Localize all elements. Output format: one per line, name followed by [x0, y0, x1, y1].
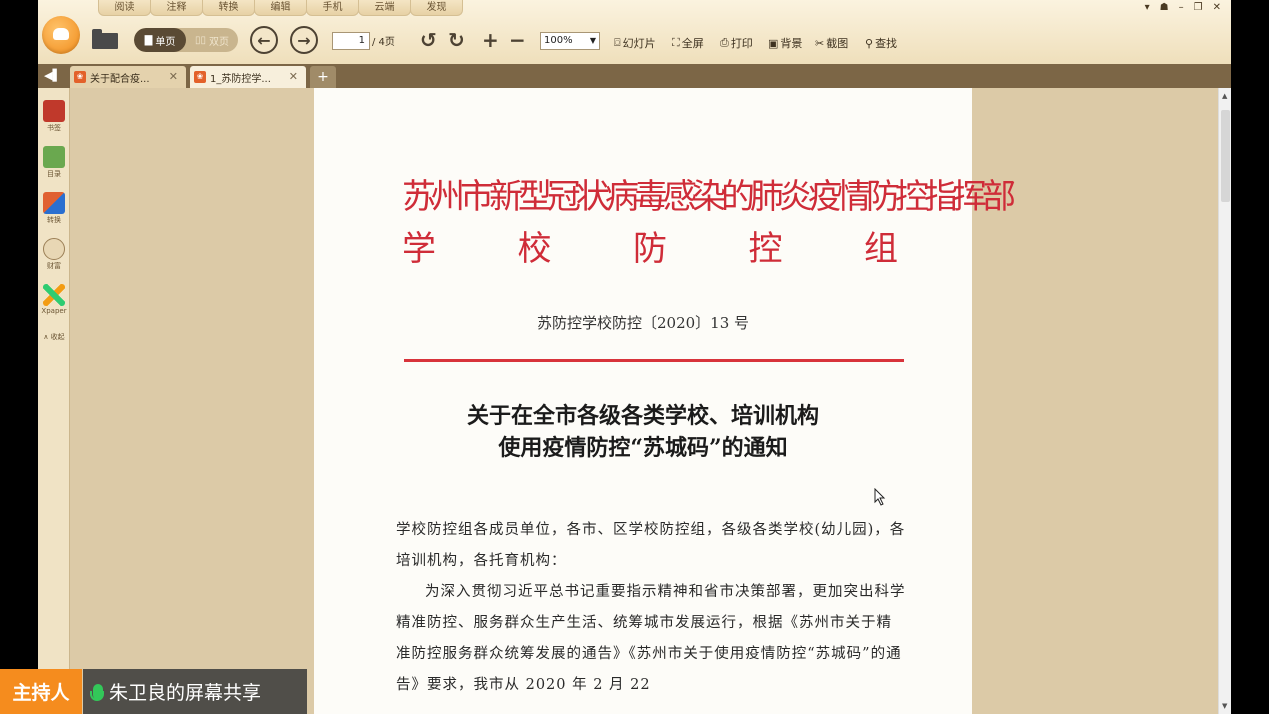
double-page-icon: ▯▯	[194, 34, 206, 46]
fullscreen-button[interactable]: ⛶ 全屏	[672, 35, 704, 51]
zoom-in-icon[interactable]: +	[482, 28, 499, 52]
open-folder-icon[interactable]	[92, 29, 118, 49]
menu-tab-edit[interactable]: 编辑	[254, 0, 307, 16]
sidebar-item-bookmarks[interactable]: 书签	[41, 100, 67, 133]
screen-share-label: 朱卫良的屏幕共享	[83, 669, 307, 714]
next-page-button[interactable]: →	[290, 26, 318, 54]
sidebar-item-toc[interactable]: 目录	[41, 146, 67, 179]
page-number-input[interactable]: 1	[332, 32, 370, 50]
pdf-file-icon: ❀	[194, 71, 206, 83]
zoom-select[interactable]: 100% ▼	[540, 32, 600, 50]
scroll-thumb[interactable]	[1221, 110, 1230, 202]
doc-tab-2[interactable]: ❀ 1_苏防控学... ✕	[190, 66, 306, 88]
page-total: / 4页	[372, 37, 395, 48]
pdf-file-icon: ❀	[74, 71, 86, 83]
menu-dropdown-icon[interactable]: ▾	[1145, 2, 1150, 13]
view-mode-toggle: ▇ 单页 ▯▯ 双页	[134, 28, 238, 52]
toc-icon	[43, 146, 65, 168]
menu-tab-annotate[interactable]: 注释	[150, 0, 203, 16]
arrow-right-icon: →	[297, 30, 311, 50]
bookmark-icon	[43, 100, 65, 122]
double-page-button[interactable]: ▯▯ 双页	[186, 28, 238, 52]
prev-page-button[interactable]: ←	[250, 26, 278, 54]
xpaper-icon	[43, 284, 65, 306]
close-tab-icon[interactable]: ✕	[169, 70, 178, 83]
doc-tab-1[interactable]: ❀ 关于配合疫... ✕	[70, 66, 186, 88]
zoom-out-icon[interactable]: −	[509, 28, 526, 52]
rotate-left-icon[interactable]: ↺	[420, 28, 437, 52]
menu-tab-read[interactable]: 阅读	[98, 0, 151, 16]
skin-icon[interactable]: ☗	[1160, 2, 1169, 13]
sidebar-item-convert[interactable]: 转换	[41, 192, 67, 225]
menu-tabs: 阅读 注释 转换 编辑 手机 云端 发现	[98, 0, 463, 16]
search-button[interactable]: ⚲ 查找	[865, 35, 897, 51]
scroll-up-icon[interactable]: ▲	[1222, 92, 1227, 100]
single-page-button[interactable]: ▇ 单页	[134, 28, 186, 52]
vertical-scrollbar[interactable]: ▲ ▼	[1218, 88, 1231, 714]
close-icon[interactable]: ✕	[1213, 2, 1221, 13]
sidebar-collapse[interactable]: ∧ 收起	[41, 332, 67, 342]
document-number: 苏防控学校防控〔2020〕13 号	[536, 314, 750, 332]
close-tab-icon[interactable]: ✕	[289, 70, 298, 83]
issuer-header: 苏州市新型冠状病毒感染的肺炎疫情防控指挥部	[402, 177, 1016, 217]
page-icon: ▇	[144, 34, 153, 46]
microphone-icon	[90, 683, 104, 701]
search-icon: ⚲	[865, 36, 874, 50]
money-bag-icon	[43, 238, 65, 260]
sidebar-item-xpaper[interactable]: Xpaper	[41, 284, 67, 315]
fullscreen-icon: ⛶	[672, 36, 680, 49]
scroll-down-icon[interactable]: ▼	[1222, 702, 1227, 710]
pdf-reader-window: 阅读 注释 转换 编辑 手机 云端 发现 ▾ ☗ – ❐ ✕ ▇ 单页 ▯▯ 双页 …	[38, 0, 1231, 714]
left-sidebar: 书签 目录 转换 财富 Xpaper ∧ 收起	[38, 88, 70, 714]
arrow-left-icon: ←	[257, 30, 271, 50]
slideshow-button[interactable]: ⌼ 幻灯片	[614, 35, 656, 51]
background-button[interactable]: ▣ 背景	[768, 35, 802, 51]
menu-tab-mobile[interactable]: 手机	[306, 0, 359, 16]
host-badge: 主持人	[0, 669, 82, 714]
window-controls: ▾ ☗ – ❐ ✕	[1145, 2, 1221, 13]
document-tab-bar: ◀▌ ❀ 关于配合疫... ✕ ❀ 1_苏防控学... ✕ +	[38, 64, 1231, 88]
document-body: 学校防控组各成员单位，各市、区学校防控组，各级各类学校(幼儿园)，各培训机构，各…	[396, 515, 906, 701]
print-button[interactable]: ⎙ 打印	[720, 35, 753, 51]
body-paragraph: 为深入贯彻习近平总书记重要指示精神和省市决策部署，更加突出科学精准防控、服务群众…	[396, 584, 906, 693]
background-icon: ▣	[768, 36, 779, 50]
salutation-paragraph: 学校防控组各成员单位，各市、区学校防控组，各级各类学校(幼儿园)，各培训机构，各…	[396, 522, 906, 569]
scissors-icon: ✂	[815, 36, 825, 50]
restore-icon[interactable]: ❐	[1194, 2, 1203, 13]
dropdown-arrow-icon: ▼	[589, 36, 596, 45]
sidebar-item-wealth[interactable]: 财富	[41, 238, 67, 271]
toolbar: 阅读 注释 转换 编辑 手机 云端 发现 ▾ ☗ – ❐ ✕ ▇ 单页 ▯▯ 双页 …	[38, 0, 1231, 65]
menu-tab-discover[interactable]: 发现	[410, 0, 463, 16]
minimize-icon[interactable]: –	[1179, 2, 1184, 13]
new-tab-button[interactable]: +	[310, 66, 336, 88]
rotate-right-icon[interactable]: ↻	[448, 28, 465, 52]
menu-tab-convert[interactable]: 转换	[202, 0, 255, 16]
screen-border	[1231, 0, 1269, 714]
menu-tab-cloud[interactable]: 云端	[358, 0, 411, 16]
collapse-panel-icon[interactable]: ◀▌	[44, 69, 61, 82]
slideshow-icon: ⌼	[614, 36, 621, 49]
app-logo[interactable]	[42, 16, 80, 54]
red-divider	[404, 359, 904, 362]
issuer-subheader: 学 校 防 控 组	[402, 229, 898, 269]
pdf-to-word-icon	[43, 192, 65, 214]
printer-icon: ⎙	[720, 36, 729, 49]
screenshot-button[interactable]: ✂ 截图	[815, 35, 848, 51]
document-page: 苏州市新型冠状病毒感染的肺炎疫情防控指挥部 学 校 防 控 组 苏防控学校防控〔…	[314, 88, 1016, 714]
notice-title: 关于在全市各级各类学校、培训机构 使用疫情防控“苏城码”的通知	[466, 403, 819, 461]
